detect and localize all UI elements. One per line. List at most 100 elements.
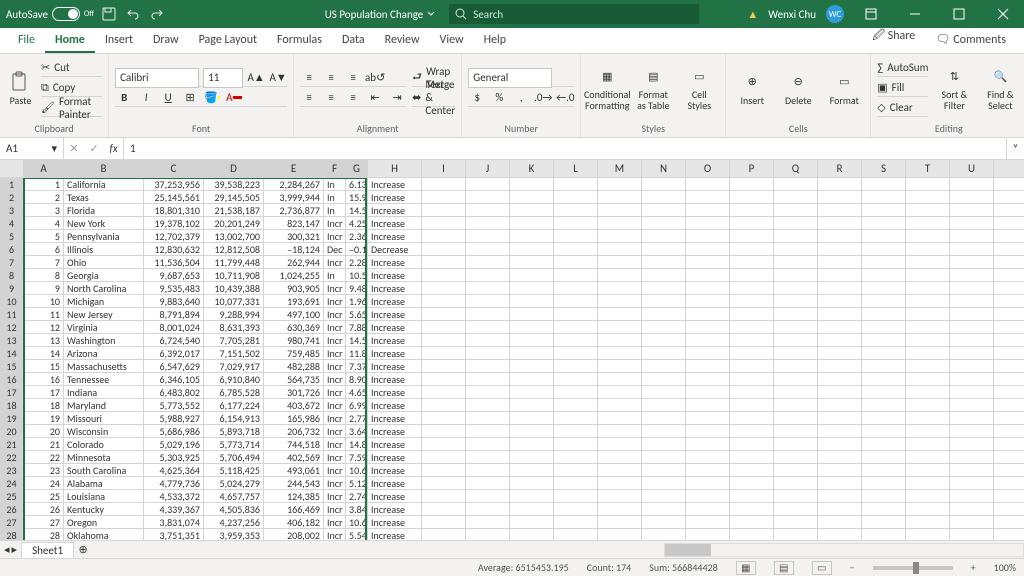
table-row[interactable]: 2121Colorado5,029,1965,773,714744,518Inc… <box>0 438 1024 451</box>
cell[interactable] <box>950 386 994 398</box>
table-row[interactable]: 77Ohio11,536,50411,799,448262,944Incr2.2… <box>0 256 1024 269</box>
cell[interactable]: 5,686,986 <box>144 425 204 437</box>
redo-icon[interactable] <box>148 5 166 23</box>
cell[interactable]: 244,543 <box>264 477 324 489</box>
cell[interactable] <box>554 503 598 515</box>
cell[interactable]: 14.56% <box>346 204 368 216</box>
cell[interactable] <box>422 477 466 489</box>
cell[interactable] <box>598 438 642 450</box>
cell[interactable] <box>906 269 950 281</box>
cell[interactable] <box>510 490 554 502</box>
cell[interactable] <box>730 243 774 255</box>
cell[interactable] <box>598 282 642 294</box>
cell[interactable] <box>642 269 686 281</box>
cell[interactable]: Incr <box>324 425 346 437</box>
cell[interactable] <box>818 295 862 307</box>
cell[interactable]: 20,201,249 <box>204 217 264 229</box>
row-header[interactable]: 28 <box>0 529 24 540</box>
cell[interactable] <box>730 204 774 216</box>
cell[interactable] <box>642 399 686 411</box>
cell[interactable]: Oregon <box>64 516 144 528</box>
cell[interactable]: Georgia <box>64 269 144 281</box>
cell[interactable]: Increase <box>368 334 422 346</box>
cell[interactable] <box>950 295 994 307</box>
cell[interactable] <box>950 516 994 528</box>
cell[interactable] <box>774 516 818 528</box>
tab-formulas[interactable]: Formulas <box>267 29 332 53</box>
cell[interactable] <box>906 308 950 320</box>
avatar[interactable]: WC <box>826 5 844 23</box>
cell[interactable] <box>686 373 730 385</box>
cell[interactable]: 7,151,502 <box>204 347 264 359</box>
cell[interactable] <box>730 308 774 320</box>
table-row[interactable]: 1010Michigan9,883,64010,077,331193,691In… <box>0 295 1024 308</box>
cell[interactable] <box>686 438 730 450</box>
cell[interactable] <box>642 230 686 242</box>
align-bottom-icon[interactable]: ≡ <box>344 69 362 87</box>
cell[interactable] <box>774 282 818 294</box>
cell[interactable] <box>686 490 730 502</box>
table-row[interactable]: 22Texas25,145,56129,145,5053,999,944In15… <box>0 191 1024 204</box>
cell[interactable] <box>818 360 862 372</box>
cell[interactable] <box>818 503 862 515</box>
cell[interactable]: Incr <box>324 360 346 372</box>
cell[interactable] <box>422 386 466 398</box>
row-header[interactable]: 20 <box>0 425 24 437</box>
cell[interactable]: 402,569 <box>264 451 324 463</box>
tab-help[interactable]: Help <box>474 29 517 53</box>
cell[interactable] <box>422 438 466 450</box>
column-header[interactable]: A <box>24 160 64 177</box>
column-header[interactable]: U <box>950 160 994 177</box>
table-row[interactable]: 2626Kentucky4,339,3674,505,836166,469Inc… <box>0 503 1024 516</box>
cell[interactable] <box>818 282 862 294</box>
cell[interactable] <box>554 438 598 450</box>
cell[interactable] <box>554 425 598 437</box>
cell[interactable]: Alabama <box>64 477 144 489</box>
cell[interactable] <box>510 243 554 255</box>
cell[interactable]: 13 <box>24 334 64 346</box>
cell[interactable]: 25 <box>24 490 64 502</box>
cell[interactable] <box>818 438 862 450</box>
cell[interactable]: 7,029,917 <box>204 360 264 372</box>
cell[interactable] <box>422 360 466 372</box>
cell[interactable]: 28 <box>24 529 64 540</box>
cell[interactable]: Washington <box>64 334 144 346</box>
cell[interactable] <box>862 282 906 294</box>
cell[interactable]: 9,883,640 <box>144 295 204 307</box>
cell[interactable] <box>862 243 906 255</box>
cell[interactable] <box>598 178 642 190</box>
indent-increase-icon[interactable]: ⇥ <box>388 89 406 107</box>
cell[interactable] <box>466 360 510 372</box>
cell[interactable] <box>906 438 950 450</box>
cell[interactable] <box>466 217 510 229</box>
cell[interactable] <box>730 269 774 281</box>
cell[interactable] <box>554 217 598 229</box>
cell[interactable] <box>686 386 730 398</box>
cell[interactable]: 15 <box>24 360 64 372</box>
cell[interactable] <box>950 217 994 229</box>
table-row[interactable]: 1717Indiana6,483,8026,785,528301,726Incr… <box>0 386 1024 399</box>
row-header[interactable]: 12 <box>0 321 24 333</box>
cell[interactable] <box>554 529 598 540</box>
comma-icon[interactable]: , <box>512 89 530 107</box>
cell[interactable] <box>906 204 950 216</box>
cell[interactable] <box>774 464 818 476</box>
align-middle-icon[interactable]: ≡ <box>322 69 340 87</box>
cell[interactable] <box>862 516 906 528</box>
cell[interactable]: 2 <box>24 191 64 203</box>
cell[interactable] <box>774 178 818 190</box>
cell[interactable]: 6.13% <box>346 178 368 190</box>
cell[interactable]: 3,999,944 <box>264 191 324 203</box>
user-name[interactable]: Wenxi Chu <box>768 8 816 21</box>
cell[interactable] <box>774 269 818 281</box>
cell[interactable]: Tennessee <box>64 373 144 385</box>
cell[interactable]: 13,002,700 <box>204 230 264 242</box>
cell[interactable]: Increase <box>368 516 422 528</box>
cell[interactable] <box>730 282 774 294</box>
cell[interactable] <box>642 529 686 540</box>
cell[interactable] <box>510 386 554 398</box>
cell[interactable] <box>686 282 730 294</box>
cell[interactable] <box>466 477 510 489</box>
row-header[interactable]: 9 <box>0 282 24 294</box>
cell[interactable]: 1,024,255 <box>264 269 324 281</box>
